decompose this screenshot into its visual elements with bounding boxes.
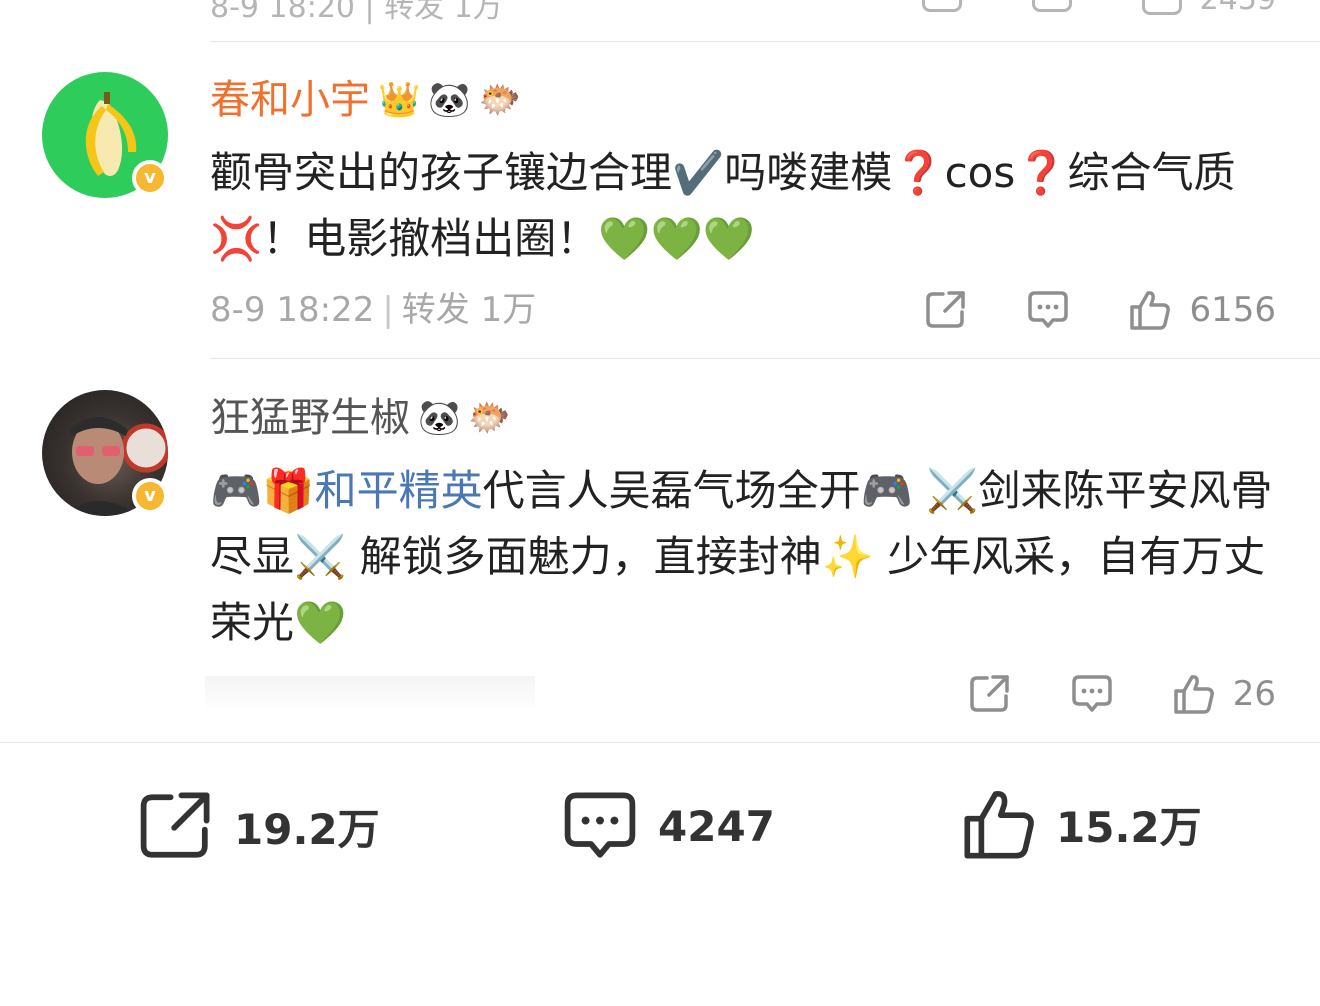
username[interactable]: 春和小宇: [210, 76, 370, 124]
comment-text: 颧骨突出的孩子镶边合理✔️吗喽建模❓cos❓综合气质💢！电影撤档出圈！💚💚💚: [210, 148, 1236, 263]
like-count: 6156: [1189, 290, 1276, 330]
comment-time: 8-9 18:22: [210, 290, 375, 330]
previous-comment-meta-row: 8-9 18:20 | 转发 1万 2459: [210, 0, 1276, 25]
comment-button[interactable]: [1071, 674, 1113, 714]
topic-link-label: 和平精英: [314, 466, 483, 515]
thumbs-up-icon: [964, 791, 1034, 859]
repost-button[interactable]: 19.2万: [138, 790, 380, 862]
comment-actions: 6156: [925, 288, 1276, 332]
panda-badge-icon: 🐼: [418, 398, 461, 438]
comment-header: 狂猛野生椒 🐼 🐡: [210, 394, 511, 442]
weibo-comments-page: 8-9 18:20 | 转发 1万 2459 v 春和: [0, 0, 1320, 1006]
fish-badge-icon: 🐡: [468, 398, 511, 438]
share-icon: [926, 291, 966, 328]
like-count: 2459: [1200, 0, 1276, 17]
like-total-button[interactable]: 15.2万: [962, 786, 1202, 862]
comment-icon[interactable]: [1031, 0, 1072, 12]
share-button[interactable]: [969, 674, 1011, 714]
thumbs-up-icon: [1141, 0, 1182, 15]
comment-icon: [564, 792, 636, 858]
comment-meta: 8-9 18:22 | 转发 1万: [210, 290, 537, 330]
comment-button[interactable]: [1027, 290, 1069, 330]
avatar[interactable]: v: [42, 390, 168, 516]
topic-link[interactable]: 🎁和平精英: [262, 466, 482, 515]
divider: [0, 742, 1320, 743]
thumbs-up-icon: [1130, 291, 1171, 330]
like-action[interactable]: 2459: [1141, 0, 1276, 17]
share-button[interactable]: [925, 290, 967, 330]
like-total-count: 15.2万: [1056, 802, 1202, 852]
share-icon: [140, 792, 210, 858]
like-button[interactable]: 26: [1173, 673, 1276, 715]
panda-badge-icon: 🐼: [428, 80, 471, 120]
fish-badge-icon: 🐡: [478, 80, 522, 120]
previous-comment-meta: 8-9 18:20 | 转发 1万: [210, 0, 503, 25]
divider: [210, 358, 1320, 359]
share-icon[interactable]: [921, 0, 962, 12]
comment-actions: 26: [969, 672, 1276, 716]
avatar[interactable]: v: [42, 72, 168, 198]
repost-count: 19.2万: [234, 804, 380, 854]
like-button[interactable]: 6156: [1129, 289, 1276, 331]
gift-icon: 🎁: [262, 466, 315, 515]
verified-badge-icon: v: [132, 160, 168, 196]
bottom-action-bar: 19.2万 4247 15.2万: [0, 744, 1320, 904]
divider: [210, 41, 1320, 42]
comment-meta-row: 8-9 18:22 | 转发 1万 6156: [210, 288, 1276, 332]
share-icon: [969, 675, 1009, 712]
comment-icon: [1071, 675, 1112, 712]
thumbs-up-icon: [1173, 675, 1214, 714]
username[interactable]: 狂猛野生椒: [210, 394, 410, 442]
verified-badge-icon: v: [132, 478, 168, 514]
repost-label[interactable]: 转发 1万: [402, 290, 536, 330]
comment-icon: [1028, 291, 1069, 328]
comment-count: 4247: [658, 801, 775, 851]
crown-badge-icon: 👑: [378, 80, 421, 120]
comment-meta-row: 26: [210, 672, 1276, 716]
comment-total-button[interactable]: 4247: [562, 790, 775, 862]
comment-header: 春和小宇 👑 🐼 🐡: [210, 76, 521, 124]
gamepad-emoji: 🎮: [210, 466, 263, 515]
like-count: 26: [1232, 674, 1276, 714]
comment-text: 🎮🎁和平精英代言人吴磊气场全开🎮 ⚔️剑来陈平安风骨尽显⚔️ 解锁多面魅力，直接…: [210, 458, 1290, 656]
previous-comment-actions: 2459: [921, 0, 1276, 17]
